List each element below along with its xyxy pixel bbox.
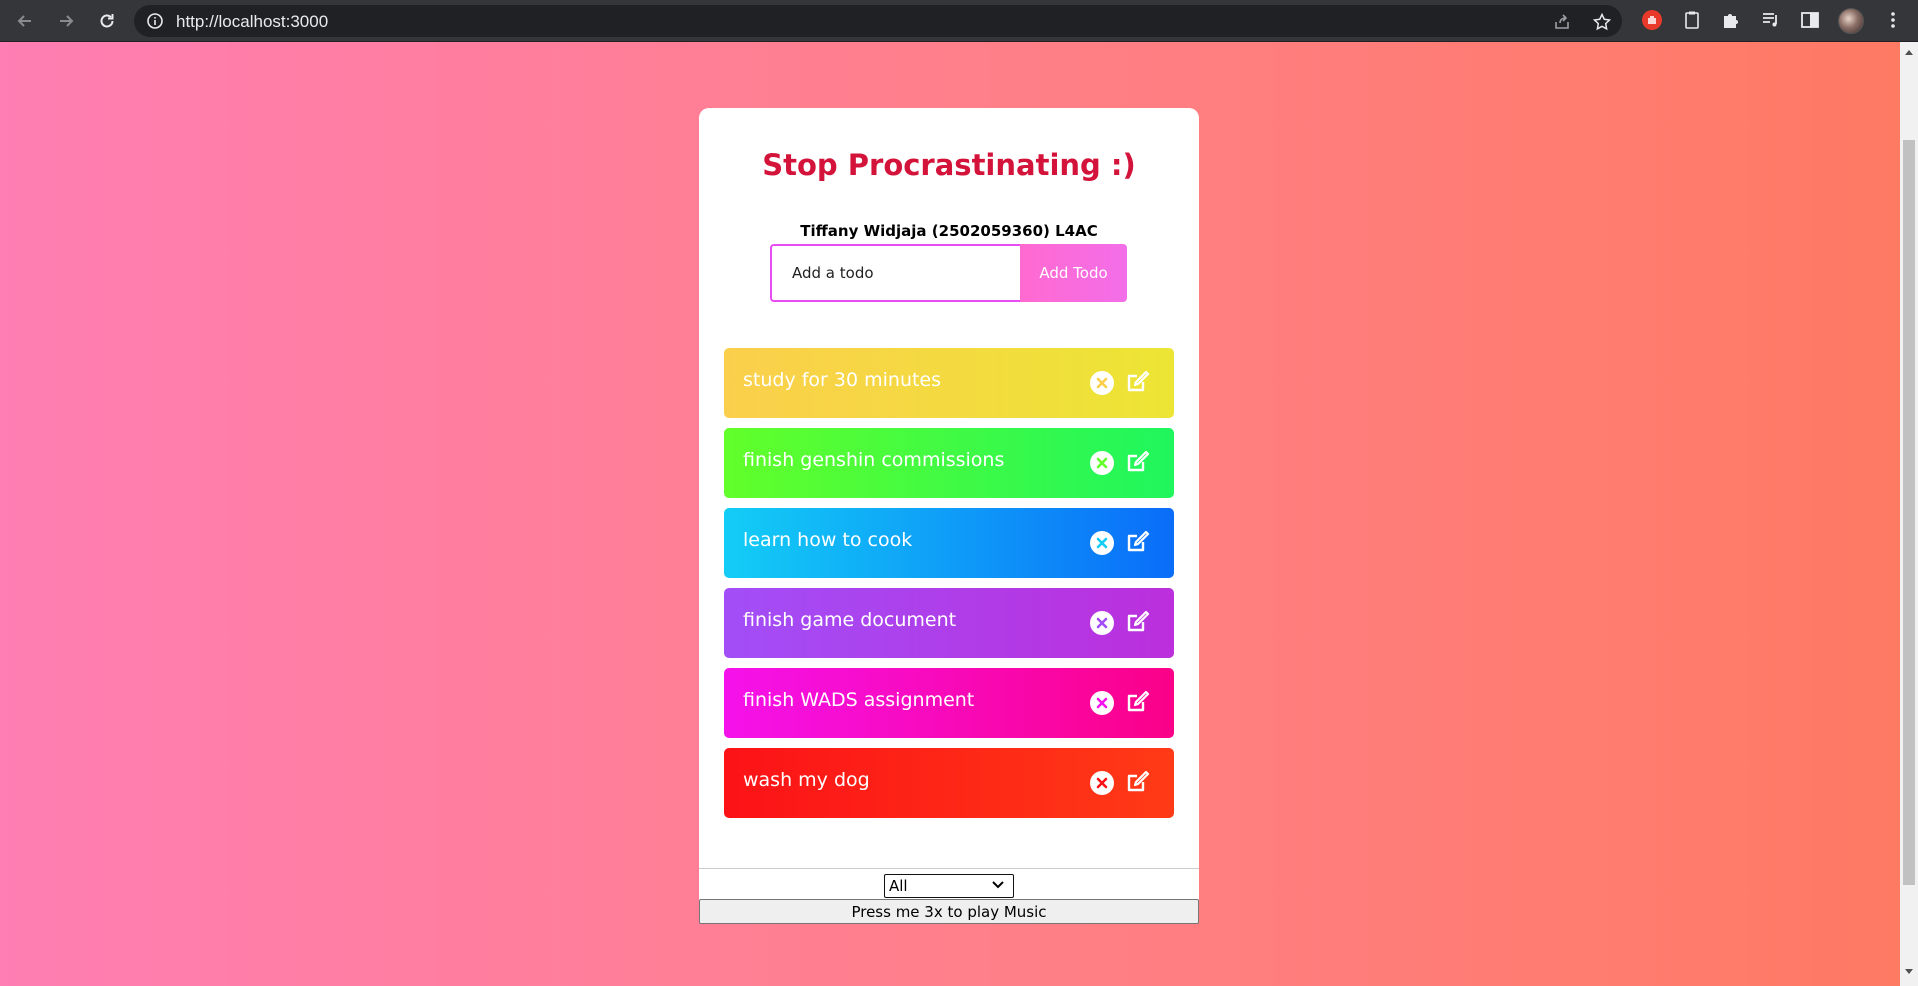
media-playlist-icon[interactable] [1760, 9, 1782, 31]
edit-icon[interactable] [1125, 529, 1151, 555]
edit-icon[interactable] [1125, 369, 1151, 395]
todo-item[interactable]: finish WADS assignment [724, 668, 1174, 738]
profile-avatar[interactable] [1838, 8, 1864, 34]
scrollbar-thumb[interactable] [1903, 140, 1915, 885]
filter-bar: All [699, 868, 1199, 899]
browser-toolbar: http://localhost:3000 [0, 0, 1918, 42]
address-bar[interactable]: http://localhost:3000 [134, 5, 1622, 37]
reload-button[interactable] [94, 8, 120, 34]
edit-icon[interactable] [1125, 449, 1151, 475]
todo-form: Add Todo [770, 244, 1127, 302]
todo-item[interactable]: finish genshin commissions [724, 428, 1174, 498]
todo-input[interactable] [770, 244, 1020, 302]
todo-item[interactable]: learn how to cook [724, 508, 1174, 578]
todo-item[interactable]: study for 30 minutes [724, 348, 1174, 418]
todo-item-text: finish game document [743, 609, 957, 631]
delete-circle-icon[interactable] [1090, 451, 1114, 475]
delete-circle-icon[interactable] [1090, 371, 1114, 395]
back-button[interactable] [12, 8, 38, 34]
side-panel-icon[interactable] [1799, 9, 1821, 31]
page-viewport: Stop Procrastinating :) Tiffany Widjaja … [0, 42, 1900, 986]
info-icon[interactable] [146, 12, 164, 30]
clipboard-icon[interactable] [1681, 9, 1703, 31]
delete-circle-icon[interactable] [1090, 531, 1114, 555]
delete-circle-icon[interactable] [1090, 691, 1114, 715]
delete-circle-icon[interactable] [1090, 611, 1114, 635]
scroll-down-arrow[interactable] [1905, 969, 1913, 974]
filter-select[interactable]: All [884, 874, 1014, 898]
play-music-button[interactable]: Press me 3x to play Music [699, 899, 1199, 924]
edit-icon[interactable] [1125, 689, 1151, 715]
add-todo-button[interactable]: Add Todo [1020, 244, 1127, 302]
edit-icon[interactable] [1125, 609, 1151, 635]
arrow-right-icon [60, 15, 74, 27]
todo-item-text: wash my dog [743, 769, 870, 791]
star-icon[interactable] [1592, 12, 1612, 32]
puzzle-extensions-icon[interactable] [1720, 9, 1742, 31]
todo-item-text: finish genshin commissions [743, 449, 1005, 471]
forward-button[interactable] [53, 8, 79, 34]
delete-circle-icon[interactable] [1090, 771, 1114, 795]
todo-item[interactable]: finish game document [724, 588, 1174, 658]
page-title: Stop Procrastinating :) [762, 148, 1136, 182]
share-icon[interactable] [1552, 12, 1572, 32]
edit-icon[interactable] [1125, 769, 1151, 795]
todo-item-text: learn how to cook [743, 529, 913, 551]
url-text: http://localhost:3000 [176, 12, 329, 31]
todo-item-text: study for 30 minutes [743, 369, 942, 391]
todo-item-text: finish WADS assignment [743, 689, 975, 711]
author-label: Tiffany Widjaja (2502059360) L4AC [800, 222, 1098, 240]
reload-icon [100, 14, 114, 28]
scroll-up-arrow[interactable] [1905, 50, 1913, 55]
menu-kebab-icon[interactable] [1882, 9, 1904, 31]
page-scrollbar[interactable] [1900, 42, 1918, 986]
stop-hand-extension-icon[interactable] [1641, 9, 1663, 31]
todo-item[interactable]: wash my dog [724, 748, 1174, 818]
todo-card: Stop Procrastinating :) Tiffany Widjaja … [699, 108, 1199, 924]
arrow-left-icon [17, 15, 31, 27]
